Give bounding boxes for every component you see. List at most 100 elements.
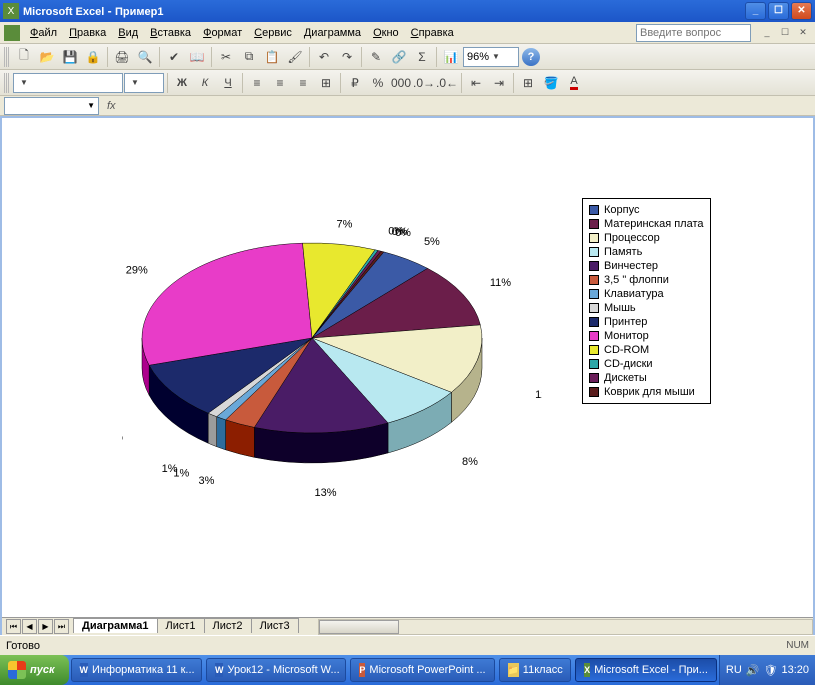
legend-item[interactable]: Мышь <box>589 301 704 315</box>
taskbar-item[interactable]: XMicrosoft Excel - При... <box>575 658 717 682</box>
doc-restore-button[interactable]: ☐ <box>777 26 793 40</box>
taskbar-item[interactable]: WУрок12 - Microsoft W... <box>206 658 346 682</box>
menu-Вставка[interactable]: Вставка <box>144 26 197 40</box>
close-button[interactable]: ✕ <box>791 2 812 20</box>
menu-Файл[interactable]: Файл <box>24 26 63 40</box>
doc-close-button[interactable]: ✕ <box>795 26 811 40</box>
clock[interactable]: 13:20 <box>781 664 809 676</box>
bold-icon[interactable]: Ж <box>171 72 193 94</box>
print-icon[interactable]: 🖨 <box>111 46 133 68</box>
zoom-combo[interactable]: 96%▼ <box>463 47 519 67</box>
tray-icon[interactable]: 🔊 <box>746 664 760 677</box>
fx-label[interactable]: fx <box>107 100 116 112</box>
legend-item[interactable]: Дискеты <box>589 371 704 385</box>
legend-item[interactable]: CD-диски <box>589 357 704 371</box>
tab-last-icon[interactable]: ⏭ <box>54 619 69 634</box>
increase-decimal-icon[interactable]: .0→ <box>413 72 435 94</box>
ask-input[interactable] <box>636 24 751 42</box>
borders-icon[interactable]: ⊞ <box>517 72 539 94</box>
legend-item[interactable]: Монитор <box>589 329 704 343</box>
menu-Диаграмма[interactable]: Диаграмма <box>298 26 367 40</box>
help-icon[interactable]: ? <box>522 48 540 66</box>
maximize-button[interactable]: ☐ <box>768 2 789 20</box>
menu-Формат[interactable]: Формат <box>197 26 248 40</box>
font-combo[interactable]: ▼ <box>13 73 123 93</box>
spell-icon[interactable]: ✔ <box>163 46 185 68</box>
legend-item[interactable]: 3,5 " флоппи <box>589 273 704 287</box>
legend-item[interactable]: Процессор <box>589 231 704 245</box>
merge-icon[interactable]: ⊞ <box>315 72 337 94</box>
menu-Вид[interactable]: Вид <box>112 26 144 40</box>
tab-prev-icon[interactable]: ◀ <box>22 619 37 634</box>
cut-icon[interactable]: ✂ <box>215 46 237 68</box>
font-color-icon[interactable]: A <box>563 72 585 94</box>
decrease-indent-icon[interactable]: ⇤ <box>465 72 487 94</box>
fontsize-combo[interactable]: ▼ <box>124 73 164 93</box>
legend-item[interactable]: Материнская плата <box>589 217 704 231</box>
sheet-tab[interactable]: Лист2 <box>204 618 252 633</box>
save-icon[interactable]: 💾 <box>59 46 81 68</box>
fill-color-icon[interactable]: 🪣 <box>540 72 562 94</box>
toolbar-handle[interactable] <box>4 73 9 93</box>
name-box[interactable]: ▼ <box>4 97 99 115</box>
sheet-tab[interactable]: Лист1 <box>157 618 205 633</box>
legend-item[interactable]: Клавиатура <box>589 287 704 301</box>
hyperlink-icon[interactable]: 🔗 <box>388 46 410 68</box>
ask-a-question[interactable] <box>636 24 751 42</box>
new-icon[interactable]: 🗋 <box>13 46 35 68</box>
tray-icon[interactable]: 🛡 <box>764 664 778 677</box>
underline-icon[interactable]: Ч <box>217 72 239 94</box>
percent-icon[interactable]: % <box>367 72 389 94</box>
taskbar-item[interactable]: PMicrosoft PowerPoint ... <box>350 658 494 682</box>
sheet-tab[interactable]: Диаграмма1 <box>73 618 158 633</box>
copy-icon[interactable]: ⧉ <box>238 46 260 68</box>
system-tray[interactable]: RU 🔊 🛡 13:20 <box>719 655 815 685</box>
horizontal-scrollbar[interactable] <box>318 619 813 635</box>
start-button[interactable]: пуск <box>0 655 69 685</box>
legend-item[interactable]: Память <box>589 245 704 259</box>
status-bar: Готово NUM <box>0 635 815 655</box>
tab-next-icon[interactable]: ▶ <box>38 619 53 634</box>
open-icon[interactable]: 📂 <box>36 46 58 68</box>
format-painter-icon[interactable]: 🖌 <box>284 46 306 68</box>
preview-icon[interactable]: 🔍 <box>134 46 156 68</box>
redo-icon[interactable]: ↷ <box>336 46 358 68</box>
undo-icon[interactable]: ↶ <box>313 46 335 68</box>
currency-icon[interactable]: ₽ <box>344 72 366 94</box>
align-right-icon[interactable]: ≡ <box>292 72 314 94</box>
menu-Окно[interactable]: Окно <box>367 26 405 40</box>
doc-minimize-button[interactable]: _ <box>759 26 775 40</box>
menu-Правка[interactable]: Правка <box>63 26 112 40</box>
chart-sheet[interactable]: 5%11%12%8%13%3%1%1%10%29%7%0%0%0% Корпус… <box>2 118 813 635</box>
taskbar-item[interactable]: 📁11класс <box>499 658 571 682</box>
italic-icon[interactable]: К <box>194 72 216 94</box>
chart-legend[interactable]: КорпусМатеринская платаПроцессорПамятьВи… <box>582 198 711 404</box>
permission-icon[interactable]: 🔒 <box>82 46 104 68</box>
menu-Справка[interactable]: Справка <box>405 26 460 40</box>
increase-indent-icon[interactable]: ⇥ <box>488 72 510 94</box>
pie-svg: 5%11%12%8%13%3%1%1%10%29%7%0%0%0% <box>122 188 542 548</box>
pie-chart[interactable]: 5%11%12%8%13%3%1%1%10%29%7%0%0%0% <box>72 188 572 548</box>
ink-icon[interactable]: ✎ <box>365 46 387 68</box>
legend-item[interactable]: Винчестер <box>589 259 704 273</box>
autosum-icon[interactable]: Σ <box>411 46 433 68</box>
minimize-button[interactable]: _ <box>745 2 766 20</box>
align-left-icon[interactable]: ≡ <box>246 72 268 94</box>
language-indicator[interactable]: RU <box>726 664 742 676</box>
legend-item[interactable]: Корпус <box>589 203 704 217</box>
paste-icon[interactable]: 📋 <box>261 46 283 68</box>
align-center-icon[interactable]: ≡ <box>269 72 291 94</box>
chart-icon[interactable]: 📊 <box>440 46 462 68</box>
legend-item[interactable]: CD-ROM <box>589 343 704 357</box>
taskbar-item[interactable]: WИнформатика 11 к... <box>71 658 202 682</box>
menu-Сервис[interactable]: Сервис <box>248 26 298 40</box>
research-icon[interactable]: 📖 <box>186 46 208 68</box>
legend-item[interactable]: Коврик для мыши <box>589 385 704 399</box>
sheet-tab[interactable]: Лист3 <box>251 618 299 633</box>
toolbar-handle[interactable] <box>4 47 9 67</box>
comma-icon[interactable]: 000 <box>390 72 412 94</box>
tab-first-icon[interactable]: ⏮ <box>6 619 21 634</box>
legend-item[interactable]: Принтер <box>589 315 704 329</box>
scroll-thumb[interactable] <box>319 620 399 634</box>
decrease-decimal-icon[interactable]: .0← <box>436 72 458 94</box>
